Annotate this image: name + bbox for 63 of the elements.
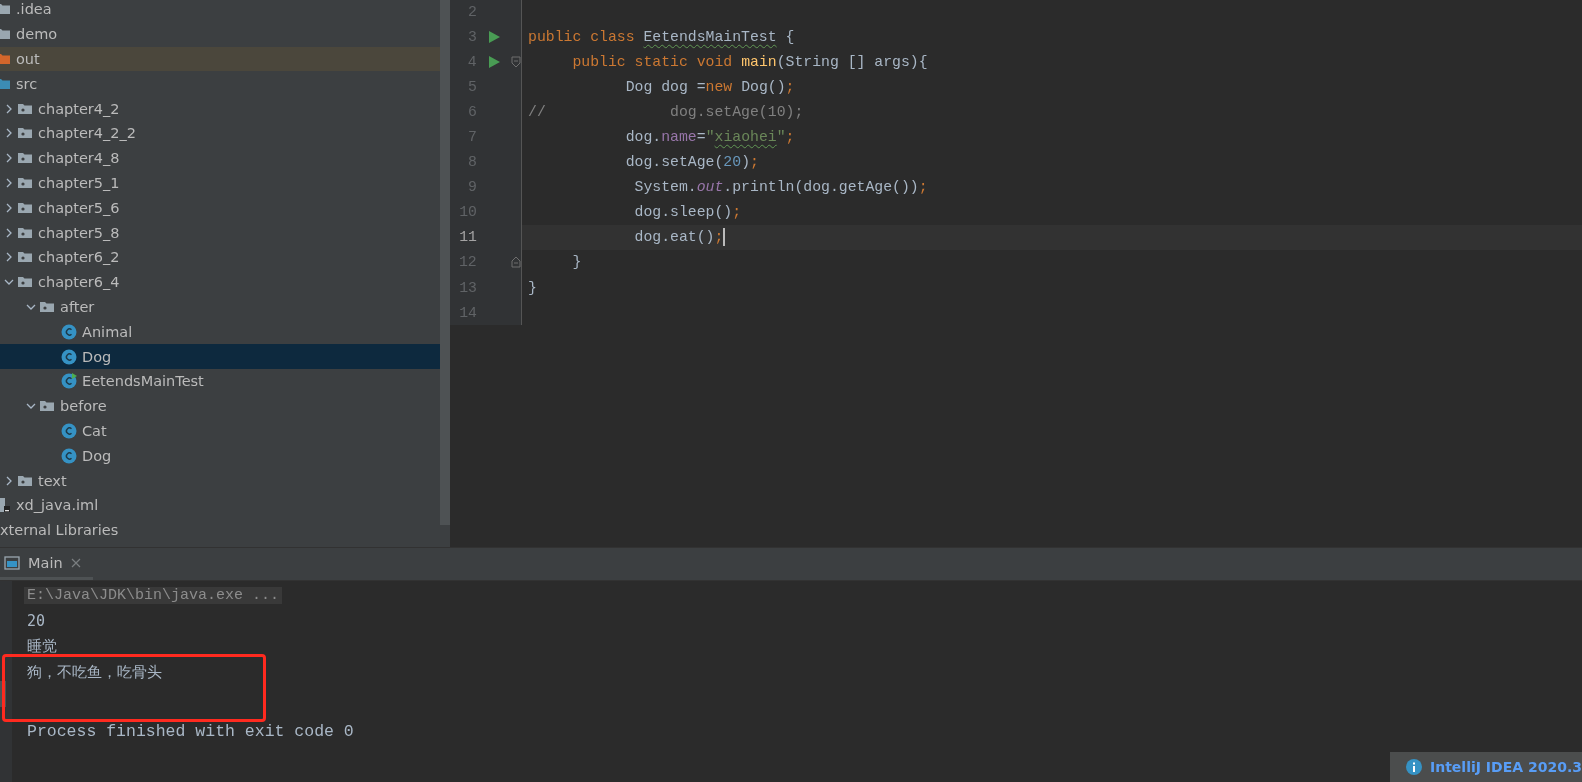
notification-title: IntelliJ IDEA 2020.3: [1430, 759, 1582, 775]
console-line: 20: [27, 612, 46, 631]
chevron-right-icon[interactable]: [4, 475, 14, 486]
tree-item[interactable]: xd_java.iml: [0, 492, 440, 518]
code-line: System.out.println(dog.getAge());: [633, 179, 928, 196]
code-line: dog.setAge(20);: [624, 154, 759, 171]
run-tab[interactable]: Main: [0, 548, 93, 580]
module-file-icon: [0, 497, 11, 514]
tree-item[interactable]: chapter5_8: [0, 220, 440, 245]
tree-item[interactable]: Dog: [0, 344, 440, 369]
code-line: public class EetendsMainTest {: [528, 28, 795, 45]
fold-icon[interactable]: [511, 256, 521, 269]
tree-item[interactable]: xternal Libraries: [0, 517, 440, 543]
info-icon: [1406, 759, 1422, 775]
tree-item[interactable]: chapter5_6: [0, 195, 440, 221]
chevron-right-icon[interactable]: [4, 103, 14, 114]
console-line: 睡觉: [27, 637, 57, 657]
code-line: // dog.setAge(10);: [528, 103, 804, 120]
code-line: }: [528, 279, 537, 296]
tree-item[interactable]: .idea: [0, 0, 440, 22]
tree-item[interactable]: out: [0, 46, 440, 72]
tree-item[interactable]: Animal: [0, 319, 440, 345]
tree-item[interactable]: chapter5_1: [0, 170, 440, 196]
code-line: Dog dog =new Dog();: [624, 78, 795, 95]
tree-item[interactable]: chapter4_2_2: [0, 121, 440, 146]
class-icon: [61, 348, 77, 365]
chevron-right-icon[interactable]: [4, 227, 14, 238]
chevron-right-icon[interactable]: [4, 153, 14, 164]
console-line: Process finished with exit code 0: [27, 721, 354, 741]
class-icon: [61, 422, 77, 439]
chevron-right-icon[interactable]: [4, 202, 14, 213]
code-line: }: [571, 254, 582, 271]
tree-item[interactable]: Cat: [0, 418, 440, 444]
notification-balloon[interactable]: IntelliJ IDEA 2020.3: [1390, 752, 1582, 782]
code-line: public static void main(String [] args){: [571, 53, 928, 70]
tree-item[interactable]: after: [0, 294, 440, 320]
close-icon[interactable]: [70, 557, 81, 568]
chevron-right-icon[interactable]: [4, 128, 14, 139]
code-line: dog.name="xiaohei";: [624, 129, 795, 145]
class-icon: [61, 323, 77, 340]
run-icon[interactable]: [487, 55, 500, 68]
console-icon: [4, 554, 20, 571]
line-number: 11: [458, 229, 477, 246]
class-icon: [61, 447, 77, 464]
chevron-right-icon[interactable]: [4, 252, 14, 263]
tree-item[interactable]: Dog: [0, 443, 440, 469]
code-line: dog.sleep();: [633, 204, 742, 221]
tree-item[interactable]: text: [0, 468, 440, 493]
tree-item[interactable]: chapter4_2: [0, 96, 440, 121]
tree-item[interactable]: chapter6_2: [0, 244, 440, 270]
tree-item[interactable]: EetendsMainTest: [0, 368, 440, 394]
scrollbar-thumb[interactable]: [440, 0, 450, 525]
tree-item[interactable]: src: [0, 71, 440, 97]
tree-item[interactable]: before: [0, 393, 440, 419]
console-line: 狗，不吃鱼，吃骨头: [27, 662, 162, 682]
run-icon[interactable]: [487, 30, 500, 43]
code-line: dog.eat();: [633, 228, 726, 247]
tree-item[interactable]: chapter4_8: [0, 145, 440, 171]
tree-item[interactable]: chapter6_4: [0, 269, 440, 295]
chevron-right-icon[interactable]: [4, 177, 14, 188]
tree-item[interactable]: demo: [0, 21, 440, 47]
class-icon: [61, 373, 77, 390]
fold-icon[interactable]: [511, 55, 521, 68]
